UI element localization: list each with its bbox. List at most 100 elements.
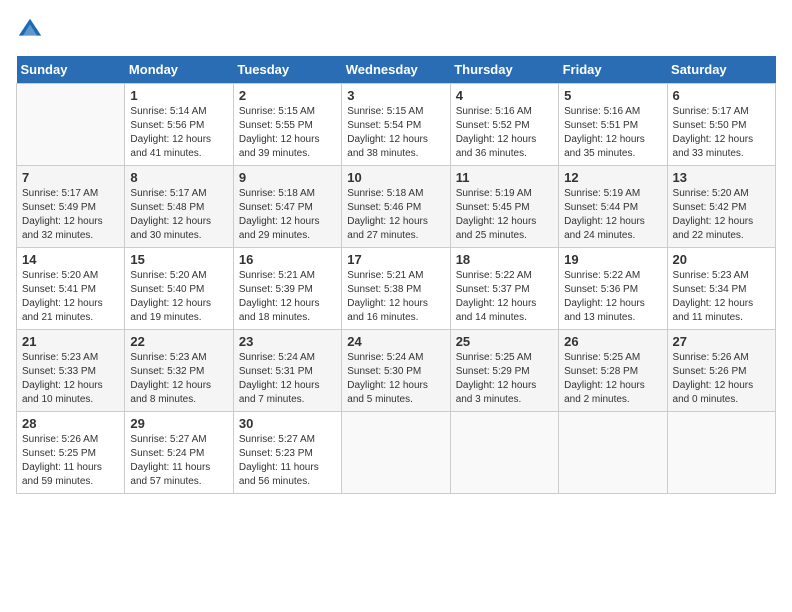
- day-info: Sunrise: 5:26 AMSunset: 5:25 PMDaylight:…: [22, 433, 119, 489]
- day-number: 20: [673, 252, 770, 267]
- day-info: Sunrise: 5:18 AMSunset: 5:47 PMDaylight:…: [239, 187, 336, 243]
- day-number: 19: [564, 252, 661, 267]
- day-number: 2: [239, 88, 336, 103]
- day-number: 24: [347, 334, 444, 349]
- calendar-cell: 2 Sunrise: 5:15 AMSunset: 5:55 PMDaylight…: [233, 84, 341, 166]
- day-info: Sunrise: 5:22 AMSunset: 5:36 PMDaylight:…: [564, 269, 661, 325]
- day-info: Sunrise: 5:17 AMSunset: 5:48 PMDaylight:…: [130, 187, 227, 243]
- calendar-cell: 1 Sunrise: 5:14 AMSunset: 5:56 PMDaylight…: [125, 84, 233, 166]
- calendar-cell: 16 Sunrise: 5:21 AMSunset: 5:39 PMDayligh…: [233, 248, 341, 330]
- calendar-cell: 3 Sunrise: 5:15 AMSunset: 5:54 PMDaylight…: [342, 84, 450, 166]
- calendar-cell: 5 Sunrise: 5:16 AMSunset: 5:51 PMDaylight…: [559, 84, 667, 166]
- day-info: Sunrise: 5:19 AMSunset: 5:45 PMDaylight:…: [456, 187, 553, 243]
- day-number: 23: [239, 334, 336, 349]
- day-info: Sunrise: 5:15 AMSunset: 5:54 PMDaylight:…: [347, 105, 444, 161]
- day-info: Sunrise: 5:25 AMSunset: 5:29 PMDaylight:…: [456, 351, 553, 407]
- calendar-cell: [559, 412, 667, 494]
- calendar-cell: 25 Sunrise: 5:25 AMSunset: 5:29 PMDayligh…: [450, 330, 558, 412]
- day-number: 9: [239, 170, 336, 185]
- day-info: Sunrise: 5:16 AMSunset: 5:51 PMDaylight:…: [564, 105, 661, 161]
- day-number: 25: [456, 334, 553, 349]
- day-header-row: SundayMondayTuesdayWednesdayThursdayFrid…: [17, 56, 776, 84]
- day-number: 10: [347, 170, 444, 185]
- calendar-cell: 11 Sunrise: 5:19 AMSunset: 5:45 PMDayligh…: [450, 166, 558, 248]
- day-info: Sunrise: 5:17 AMSunset: 5:50 PMDaylight:…: [673, 105, 770, 161]
- calendar-cell: 29Sunrise: 5:27 AMSunset: 5:24 PMDayligh…: [125, 412, 233, 494]
- week-row-3: 14 Sunrise: 5:20 AMSunset: 5:41 PMDayligh…: [17, 248, 776, 330]
- day-info: Sunrise: 5:20 AMSunset: 5:42 PMDaylight:…: [673, 187, 770, 243]
- day-number: 5: [564, 88, 661, 103]
- day-info: Sunrise: 5:15 AMSunset: 5:55 PMDaylight:…: [239, 105, 336, 161]
- day-number: 29: [130, 416, 227, 431]
- day-info: Sunrise: 5:24 AMSunset: 5:30 PMDaylight:…: [347, 351, 444, 407]
- day-header-thursday: Thursday: [450, 56, 558, 84]
- day-header-saturday: Saturday: [667, 56, 775, 84]
- calendar-cell: 12Sunrise: 5:19 AMSunset: 5:44 PMDayligh…: [559, 166, 667, 248]
- calendar-cell: 19 Sunrise: 5:22 AMSunset: 5:36 PMDayligh…: [559, 248, 667, 330]
- day-number: 14: [22, 252, 119, 267]
- day-info: Sunrise: 5:18 AMSunset: 5:46 PMDaylight:…: [347, 187, 444, 243]
- day-header-sunday: Sunday: [17, 56, 125, 84]
- day-number: 3: [347, 88, 444, 103]
- day-info: Sunrise: 5:23 AMSunset: 5:32 PMDaylight:…: [130, 351, 227, 407]
- calendar-body: 1 Sunrise: 5:14 AMSunset: 5:56 PMDaylight…: [17, 84, 776, 494]
- calendar-cell: 10 Sunrise: 5:18 AMSunset: 5:46 PMDayligh…: [342, 166, 450, 248]
- logo-icon: [16, 16, 44, 44]
- day-number: 8: [130, 170, 227, 185]
- calendar-cell: [450, 412, 558, 494]
- day-number: 7: [22, 170, 119, 185]
- day-info: Sunrise: 5:21 AMSunset: 5:39 PMDaylight:…: [239, 269, 336, 325]
- day-number: 12: [564, 170, 661, 185]
- calendar-cell: 8 Sunrise: 5:17 AMSunset: 5:48 PMDaylight…: [125, 166, 233, 248]
- week-row-2: 7 Sunrise: 5:17 AMSunset: 5:49 PMDaylight…: [17, 166, 776, 248]
- calendar-cell: 4Sunrise: 5:16 AMSunset: 5:52 PMDaylight…: [450, 84, 558, 166]
- day-number: 1: [130, 88, 227, 103]
- calendar-table: SundayMondayTuesdayWednesdayThursdayFrid…: [16, 56, 776, 494]
- calendar-cell: 17Sunrise: 5:21 AMSunset: 5:38 PMDayligh…: [342, 248, 450, 330]
- calendar-cell: 26 Sunrise: 5:25 AMSunset: 5:28 PMDayligh…: [559, 330, 667, 412]
- calendar-cell: 27Sunrise: 5:26 AMSunset: 5:26 PMDayligh…: [667, 330, 775, 412]
- day-number: 16: [239, 252, 336, 267]
- calendar-cell: 21Sunrise: 5:23 AMSunset: 5:33 PMDayligh…: [17, 330, 125, 412]
- day-info: Sunrise: 5:25 AMSunset: 5:28 PMDaylight:…: [564, 351, 661, 407]
- calendar-cell: 6 Sunrise: 5:17 AMSunset: 5:50 PMDaylight…: [667, 84, 775, 166]
- calendar-cell: [667, 412, 775, 494]
- calendar-cell: 23 Sunrise: 5:24 AMSunset: 5:31 PMDayligh…: [233, 330, 341, 412]
- day-info: Sunrise: 5:17 AMSunset: 5:49 PMDaylight:…: [22, 187, 119, 243]
- calendar-cell: 15 Sunrise: 5:20 AMSunset: 5:40 PMDayligh…: [125, 248, 233, 330]
- day-number: 28: [22, 416, 119, 431]
- calendar-cell: 14 Sunrise: 5:20 AMSunset: 5:41 PMDayligh…: [17, 248, 125, 330]
- week-row-4: 21Sunrise: 5:23 AMSunset: 5:33 PMDayligh…: [17, 330, 776, 412]
- calendar-cell: 20Sunrise: 5:23 AMSunset: 5:34 PMDayligh…: [667, 248, 775, 330]
- day-number: 4: [456, 88, 553, 103]
- day-info: Sunrise: 5:26 AMSunset: 5:26 PMDaylight:…: [673, 351, 770, 407]
- day-number: 6: [673, 88, 770, 103]
- day-header-monday: Monday: [125, 56, 233, 84]
- day-number: 22: [130, 334, 227, 349]
- calendar-cell: [17, 84, 125, 166]
- calendar-cell: 24 Sunrise: 5:24 AMSunset: 5:30 PMDayligh…: [342, 330, 450, 412]
- calendar-cell: 28 Sunrise: 5:26 AMSunset: 5:25 PMDayligh…: [17, 412, 125, 494]
- week-row-5: 28 Sunrise: 5:26 AMSunset: 5:25 PMDayligh…: [17, 412, 776, 494]
- calendar-header: SundayMondayTuesdayWednesdayThursdayFrid…: [17, 56, 776, 84]
- day-info: Sunrise: 5:14 AMSunset: 5:56 PMDaylight:…: [130, 105, 227, 161]
- day-number: 26: [564, 334, 661, 349]
- page-header: [16, 16, 776, 44]
- day-number: 30: [239, 416, 336, 431]
- day-number: 15: [130, 252, 227, 267]
- calendar-cell: [342, 412, 450, 494]
- day-info: Sunrise: 5:23 AMSunset: 5:33 PMDaylight:…: [22, 351, 119, 407]
- day-number: 18: [456, 252, 553, 267]
- week-row-1: 1 Sunrise: 5:14 AMSunset: 5:56 PMDaylight…: [17, 84, 776, 166]
- calendar-cell: 18Sunrise: 5:22 AMSunset: 5:37 PMDayligh…: [450, 248, 558, 330]
- day-number: 11: [456, 170, 553, 185]
- day-number: 13: [673, 170, 770, 185]
- calendar-cell: 13 Sunrise: 5:20 AMSunset: 5:42 PMDayligh…: [667, 166, 775, 248]
- day-info: Sunrise: 5:24 AMSunset: 5:31 PMDaylight:…: [239, 351, 336, 407]
- day-header-tuesday: Tuesday: [233, 56, 341, 84]
- logo: [16, 16, 48, 44]
- day-info: Sunrise: 5:20 AMSunset: 5:41 PMDaylight:…: [22, 269, 119, 325]
- calendar-cell: 9 Sunrise: 5:18 AMSunset: 5:47 PMDaylight…: [233, 166, 341, 248]
- day-info: Sunrise: 5:20 AMSunset: 5:40 PMDaylight:…: [130, 269, 227, 325]
- day-info: Sunrise: 5:27 AMSunset: 5:23 PMDaylight:…: [239, 433, 336, 489]
